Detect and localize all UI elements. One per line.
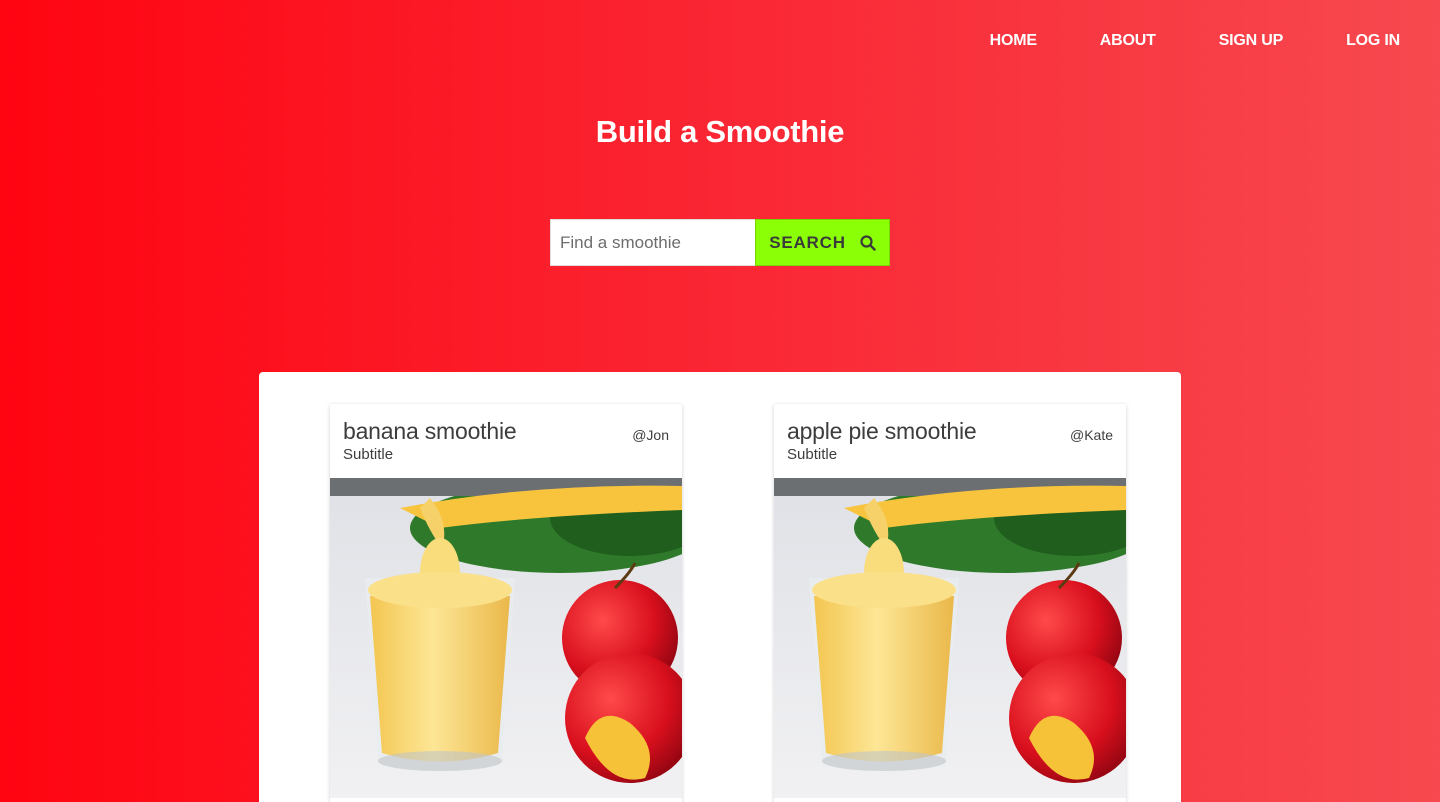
nav-signup-link[interactable]: SIGN UP <box>1219 30 1284 52</box>
card-header: apple pie smoothie Subtitle @Kate <box>774 404 1126 478</box>
card-title: apple pie smoothie <box>787 418 977 444</box>
search-icon <box>860 234 876 251</box>
search-button[interactable]: SEARCH <box>755 219 890 266</box>
search-button-label: SEARCH <box>769 232 846 252</box>
nav-about-link[interactable]: ABOUT <box>1100 30 1156 52</box>
card-author[interactable]: @Kate <box>1070 427 1113 443</box>
smoothie-image <box>774 478 1126 798</box>
smoothie-card[interactable]: banana smoothie Subtitle @Jon <box>330 404 682 802</box>
nav-login-link[interactable]: LOG IN <box>1346 30 1400 52</box>
card-subtitle: Subtitle <box>343 446 394 463</box>
smoothie-card[interactable]: apple pie smoothie Subtitle @Kate <box>774 404 1126 802</box>
smoothie-panel: banana smoothie Subtitle @Jon apple pie … <box>259 372 1181 802</box>
smoothie-image <box>330 478 682 798</box>
main-nav: HOME ABOUT SIGN UP LOG IN <box>927 30 1401 52</box>
search-form: SEARCH <box>550 219 890 266</box>
search-input[interactable] <box>550 219 755 266</box>
card-subtitle: Subtitle <box>787 446 838 463</box>
card-title: banana smoothie <box>343 418 517 444</box>
card-author[interactable]: @Jon <box>632 427 669 443</box>
page-title: Build a Smoothie <box>595 114 845 149</box>
nav-home-link[interactable]: HOME <box>990 30 1037 52</box>
card-header: banana smoothie Subtitle @Jon <box>330 404 682 478</box>
